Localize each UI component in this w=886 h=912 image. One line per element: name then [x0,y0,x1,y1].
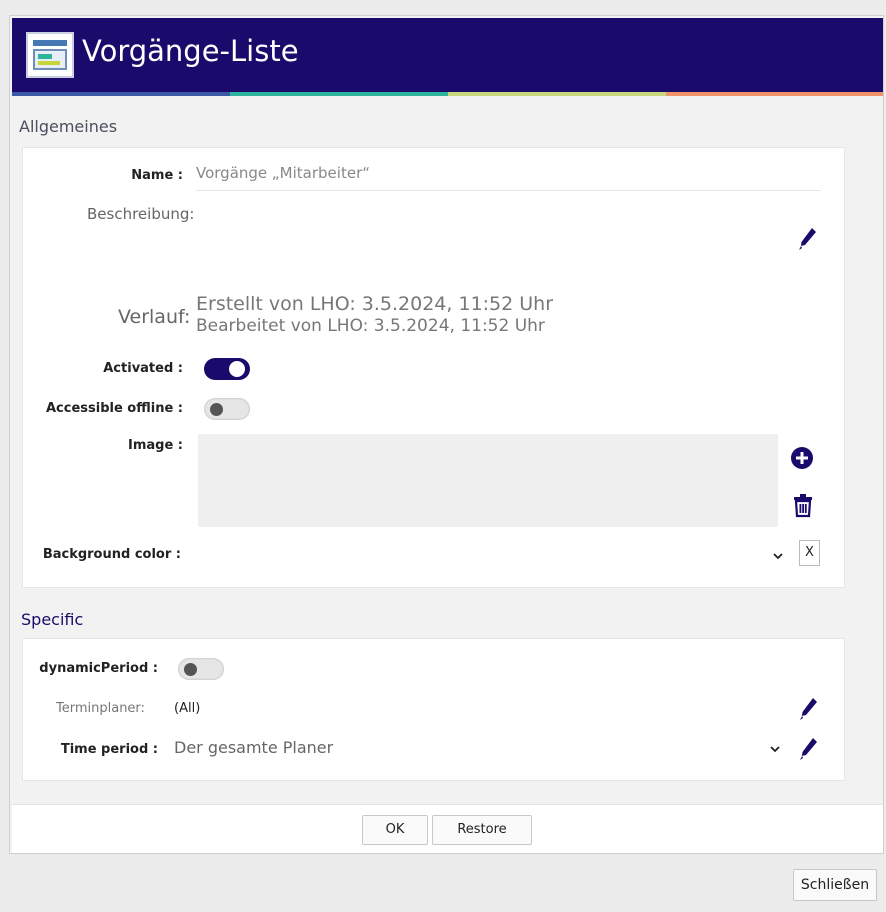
history-edited: Bearbeitet von LHO: 3.5.2024, 11:52 Uhr [196,316,545,336]
general-card: Name : Vorgänge „Mitarbeiter“ Beschreibu… [22,147,845,588]
image-dropzone[interactable] [198,434,778,527]
section-title-general: Allgemeines [19,117,118,136]
edit-description-pencil-icon[interactable] [796,225,820,251]
edit-time-period-pencil-icon[interactable] [797,735,821,761]
add-image-plus-circle-icon[interactable] [790,445,814,471]
history-created: Erstellt von LHO: 3.5.2024, 11:52 Uhr [196,293,554,315]
dynamic-period-label: dynamicPeriod : [39,661,158,676]
specific-card: dynamicPeriod : Terminplaner: (All) Time… [22,638,845,781]
delete-image-trash-icon[interactable] [791,492,815,518]
edit-planner-pencil-icon[interactable] [797,695,821,721]
ok-button[interactable]: OK [362,815,428,845]
time-period-value: Der gesamte Planer [174,738,334,757]
header-stripe [12,92,230,96]
bgcolor-chevron-down-icon[interactable] [772,551,784,561]
header-stripe [230,92,448,96]
activated-label: Activated : [103,361,183,376]
offline-toggle[interactable] [204,398,250,420]
name-field[interactable]: Vorgänge „Mitarbeiter“ [196,161,821,191]
header-stripe [666,92,883,96]
close-button[interactable]: Schließen [793,869,877,901]
time-period-label: Time period : [60,742,158,757]
dialog-title: Vorgänge-Liste [82,34,299,68]
image-label: Image : [127,438,183,453]
time-period-chevron-down-icon [770,746,780,753]
name-value: Vorgänge „Mitarbeiter“ [196,164,371,182]
name-label: Name : [131,168,183,183]
list-app-icon [26,32,74,78]
dialog-header: Vorgänge-Liste [12,18,883,92]
restore-button[interactable]: Restore [432,815,532,845]
time-period-select[interactable]: Der gesamte Planer [174,735,784,763]
planner-value: (All) [174,701,201,716]
activated-toggle[interactable] [204,358,250,380]
dialog-footer: OK Restore [12,804,883,853]
offline-label: Accessible offline : [45,401,183,416]
dynamic-period-toggle[interactable] [178,658,224,680]
dialog-window: Vorgänge-Liste Allgemeines Name : Vorgän… [9,15,884,854]
description-label: Beschreibung: [87,205,195,223]
clear-bgcolor-button[interactable]: X [799,540,820,566]
bgcolor-label: Background color : [42,547,181,562]
history-label: Verlauf: [118,306,191,328]
planner-label: Terminplaner: [56,701,145,716]
section-title-specific: Specific [21,610,84,629]
header-stripe [448,92,666,96]
